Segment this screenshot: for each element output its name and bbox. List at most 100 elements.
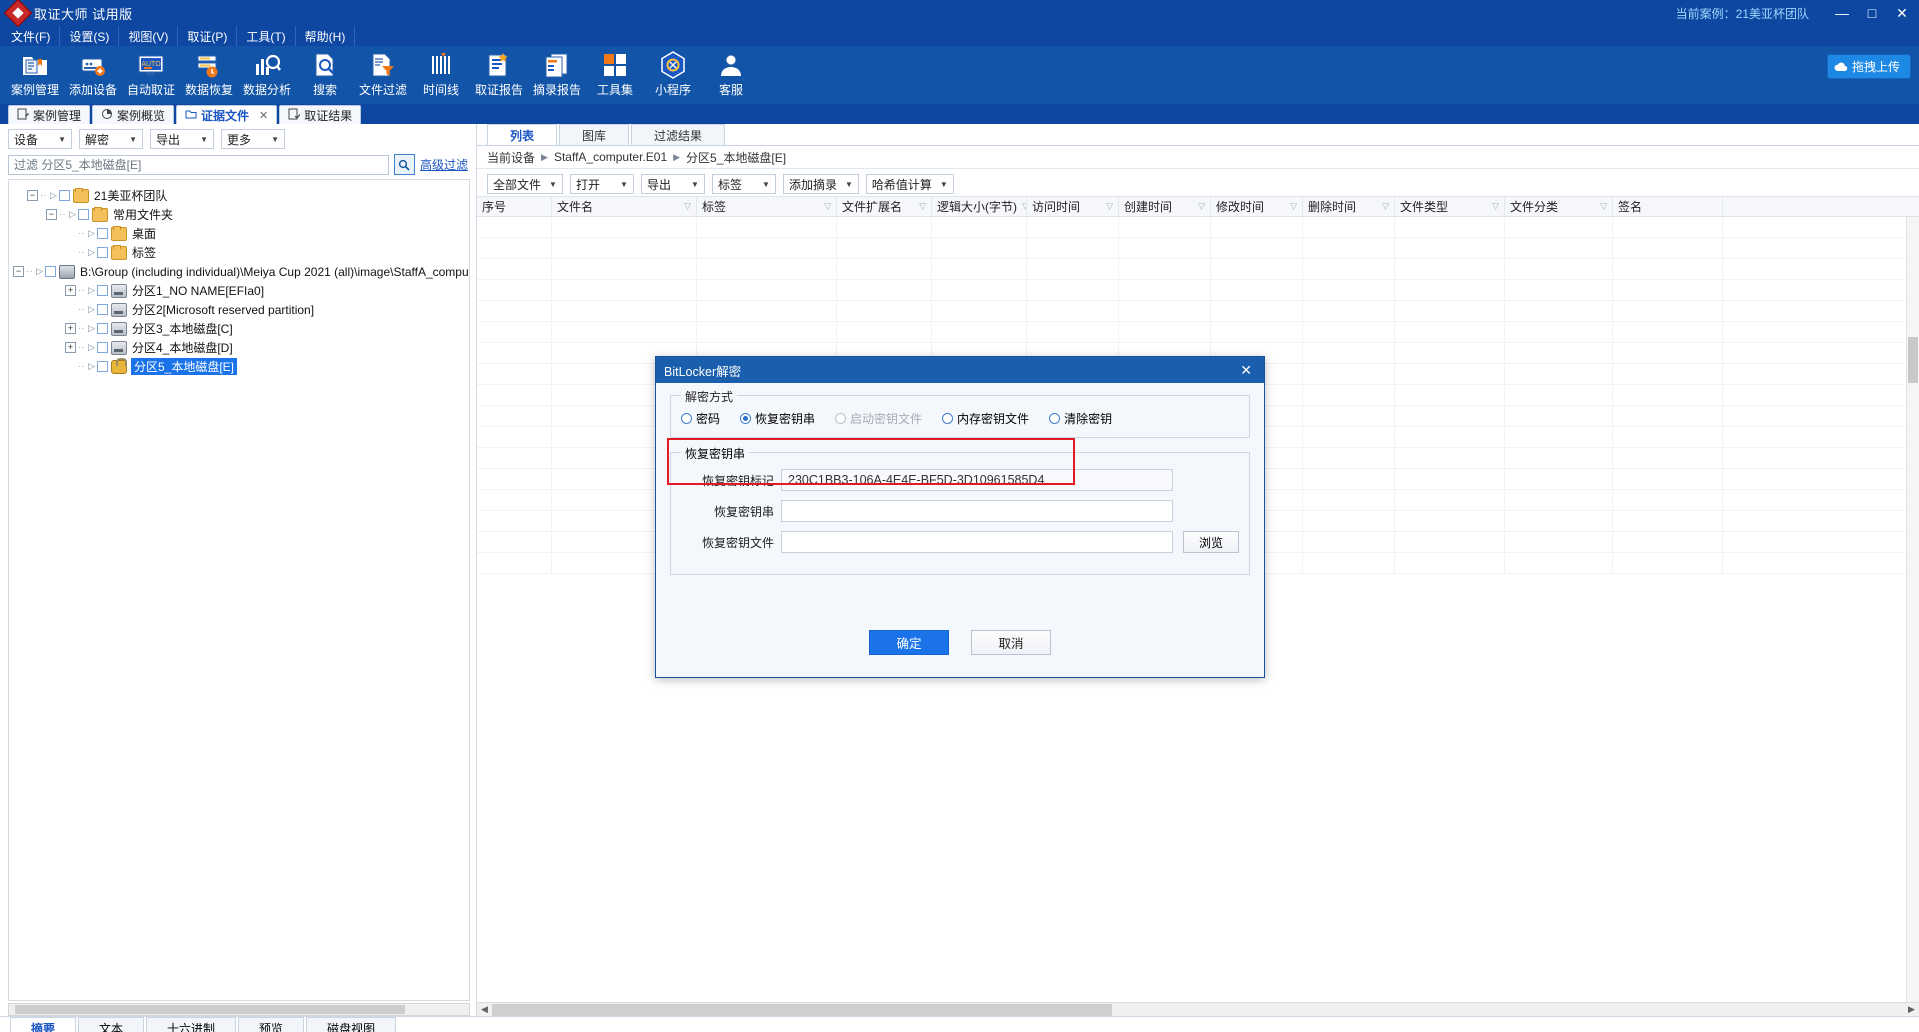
file-view-tab-3[interactable]: 过滤结果 [631, 124, 726, 145]
toolbar-button-forensic-report[interactable]: 取证报告 [470, 48, 528, 98]
tree-arrow-icon[interactable]: ▷ [88, 247, 97, 258]
column-filter-icon[interactable]: ▽ [1198, 201, 1205, 212]
column-header-7[interactable]: 创建时间 ▽ [1119, 197, 1211, 216]
file-table-scroll-thumb[interactable] [1908, 337, 1918, 383]
recovery-field-input-2[interactable] [781, 500, 1173, 522]
column-filter-icon[interactable]: ▽ [684, 201, 691, 212]
maximize-button[interactable]: □ [1857, 0, 1887, 26]
tree-node-checkbox[interactable] [45, 266, 56, 277]
toolbar-button-add-device[interactable]: 添加设备 [64, 48, 122, 98]
tree-node-checkbox[interactable] [97, 228, 108, 239]
file-toolbar-dropdown-4[interactable]: 标签 ▼ [711, 174, 776, 194]
close-button[interactable]: ✕ [1887, 0, 1917, 26]
main-tab-3[interactable]: 证据文件 ✕ [176, 105, 278, 124]
left-dropdown-1[interactable]: 设备 ▼ [8, 129, 72, 149]
file-toolbar-dropdown-6[interactable]: 哈希值计算 ▼ [865, 174, 954, 194]
tree-expand-icon[interactable]: + [65, 285, 76, 296]
tree-arrow-icon[interactable]: ▷ [88, 304, 97, 315]
toolbar-button-data-analysis[interactable]: 数据分析 [238, 48, 296, 98]
toolbar-button-case-manage[interactable]: 案例管理 [6, 48, 64, 98]
table-row[interactable] [477, 280, 1919, 301]
tree-node[interactable]: + ·· ▷ 分区1_NO NAME[EFIa0] [13, 281, 465, 300]
column-header-9[interactable]: 删除时间 ▽ [1303, 197, 1395, 216]
table-row[interactable] [477, 259, 1919, 280]
tree-arrow-icon[interactable]: ▷ [88, 342, 97, 353]
detail-tab-1[interactable]: 摘要 [10, 1017, 77, 1032]
detail-tab-2[interactable]: 文本 [78, 1017, 145, 1032]
tree-node-checkbox[interactable] [97, 285, 108, 296]
breadcrumb-item-image[interactable]: StaffA_computer.E01 [554, 150, 667, 164]
tree-collapse-icon[interactable]: − [27, 190, 38, 201]
file-table-scroll-track[interactable] [492, 1003, 1904, 1016]
tree-arrow-icon[interactable]: ▷ [88, 323, 97, 334]
toolbar-button-miniapp[interactable]: 小程序 [644, 48, 702, 98]
recovery-field-input-3[interactable] [781, 531, 1173, 553]
menu-item-file[interactable]: 文件(F) [2, 25, 61, 47]
detail-tab-5[interactable]: 磁盘视图 [306, 1017, 397, 1032]
tree-arrow-icon[interactable]: ▷ [88, 285, 97, 296]
drag-upload-button[interactable]: 拖拽上传 [1826, 54, 1911, 79]
ok-button[interactable]: 确定 [869, 630, 949, 655]
column-header-8[interactable]: 修改时间 ▽ [1211, 197, 1303, 216]
column-filter-icon[interactable]: ▽ [1382, 201, 1389, 212]
minimize-button[interactable]: — [1827, 0, 1857, 26]
menu-item-help[interactable]: 帮助(H) [296, 25, 356, 47]
file-toolbar-dropdown-5[interactable]: 添加摘录 ▼ [782, 174, 859, 194]
tree-node[interactable]: ·· ▷ 分区5_本地磁盘[E] [13, 357, 465, 376]
toolbar-button-auto-forensics[interactable]: AUTO 自动取证 [122, 48, 180, 98]
tree-collapse-icon[interactable]: − [13, 266, 24, 277]
tree-collapse-icon[interactable]: − [46, 209, 57, 220]
tree-node[interactable]: ·· ▷ 桌面 [13, 224, 465, 243]
tree-node[interactable]: ·· ▷ 标签 [13, 243, 465, 262]
tree-node-checkbox[interactable] [97, 323, 108, 334]
main-tab-1[interactable]: 案例管理 [8, 105, 91, 124]
bitlocker-decrypt-dialog[interactable]: BitLocker解密 ✕ 解密方式 密码 恢复密钥串 启动密钥文件 内存密钥文件 清除… [655, 356, 1265, 678]
table-row[interactable] [477, 301, 1919, 322]
tree-expand-icon[interactable]: + [65, 342, 76, 353]
toolbar-button-timeline[interactable]: 时间线 [412, 48, 470, 98]
column-filter-icon[interactable]: ▽ [824, 201, 831, 212]
file-toolbar-dropdown-1[interactable]: 全部文件 ▼ [487, 174, 563, 194]
table-row[interactable] [477, 322, 1919, 343]
toolbar-button-excerpt-report[interactable]: 摘录报告 [528, 48, 586, 98]
column-header-1[interactable]: 序号 [477, 197, 552, 216]
left-dropdown-2[interactable]: 解密 ▼ [79, 129, 143, 149]
file-view-tab-2[interactable]: 图库 [559, 124, 630, 145]
tree-node[interactable]: + ·· ▷ 分区4_本地磁盘[D] [13, 338, 465, 357]
column-filter-icon[interactable]: ▽ [1106, 201, 1113, 212]
tree-node-checkbox[interactable] [97, 304, 108, 315]
decrypt-method-radio-4[interactable]: 内存密钥文件 [942, 410, 1029, 427]
breadcrumb-item-partition[interactable]: 分区5_本地磁盘[E] [686, 149, 786, 166]
recovery-field-input-1[interactable]: 230C1BB3-106A-4E4E-BF5D-3D10961585D4 [781, 469, 1173, 491]
main-tab-close-icon[interactable]: ✕ [259, 109, 268, 122]
tree-node[interactable]: ·· ▷ 分区2[Microsoft reserved partition] [13, 300, 465, 319]
column-header-3[interactable]: 标签 ▽ [697, 197, 837, 216]
toolbar-button-data-recovery[interactable]: 数据恢复 [180, 48, 238, 98]
file-toolbar-dropdown-3[interactable]: 导出 ▼ [640, 174, 705, 194]
toolbar-button-toolset[interactable]: 工具集 [586, 48, 644, 98]
column-filter-icon[interactable]: ▽ [1492, 201, 1499, 212]
left-dropdown-4[interactable]: 更多 ▼ [221, 129, 285, 149]
menu-item-tools[interactable]: 工具(T) [237, 25, 296, 47]
cancel-button[interactable]: 取消 [971, 630, 1051, 655]
file-view-tab-1[interactable]: 列表 [487, 124, 558, 145]
file-toolbar-dropdown-2[interactable]: 打开 ▼ [569, 174, 634, 194]
tree-search-button[interactable] [393, 154, 415, 175]
tree-node-checkbox[interactable] [78, 209, 89, 220]
menu-item-forensics[interactable]: 取证(P) [178, 25, 238, 47]
tree-node[interactable]: − ·· ▷ B:\Group (including individual)\Meiy… [13, 262, 469, 281]
tree-arrow-icon[interactable]: ▷ [69, 209, 78, 220]
column-filter-icon[interactable]: ▽ [1290, 201, 1297, 212]
tree-node-checkbox[interactable] [97, 342, 108, 353]
file-table-vertical-scrollbar[interactable] [1906, 217, 1919, 1002]
left-dropdown-3[interactable]: 导出 ▼ [150, 129, 214, 149]
toolbar-button-file-filter[interactable]: 文件过滤 [354, 48, 412, 98]
detail-tab-4[interactable]: 预览 [238, 1017, 305, 1032]
evidence-tree[interactable]: − ·· ▷ 21美亚杯团队 − ·· ▷ 常用文件夹 ·· ▷ 桌面 ·· ▷ 标签 − ·· ▷ B:\Gro… [8, 179, 470, 1001]
tree-scroll-thumb[interactable] [15, 1005, 405, 1014]
column-header-4[interactable]: 文件扩展名 ▽ [837, 197, 932, 216]
decrypt-method-radio-2[interactable]: 恢复密钥串 [740, 410, 815, 427]
column-header-5[interactable]: 逻辑大小(字节)▽ [932, 197, 1027, 216]
menu-item-settings[interactable]: 设置(S) [60, 25, 120, 47]
tree-arrow-icon[interactable]: ▷ [50, 190, 59, 201]
